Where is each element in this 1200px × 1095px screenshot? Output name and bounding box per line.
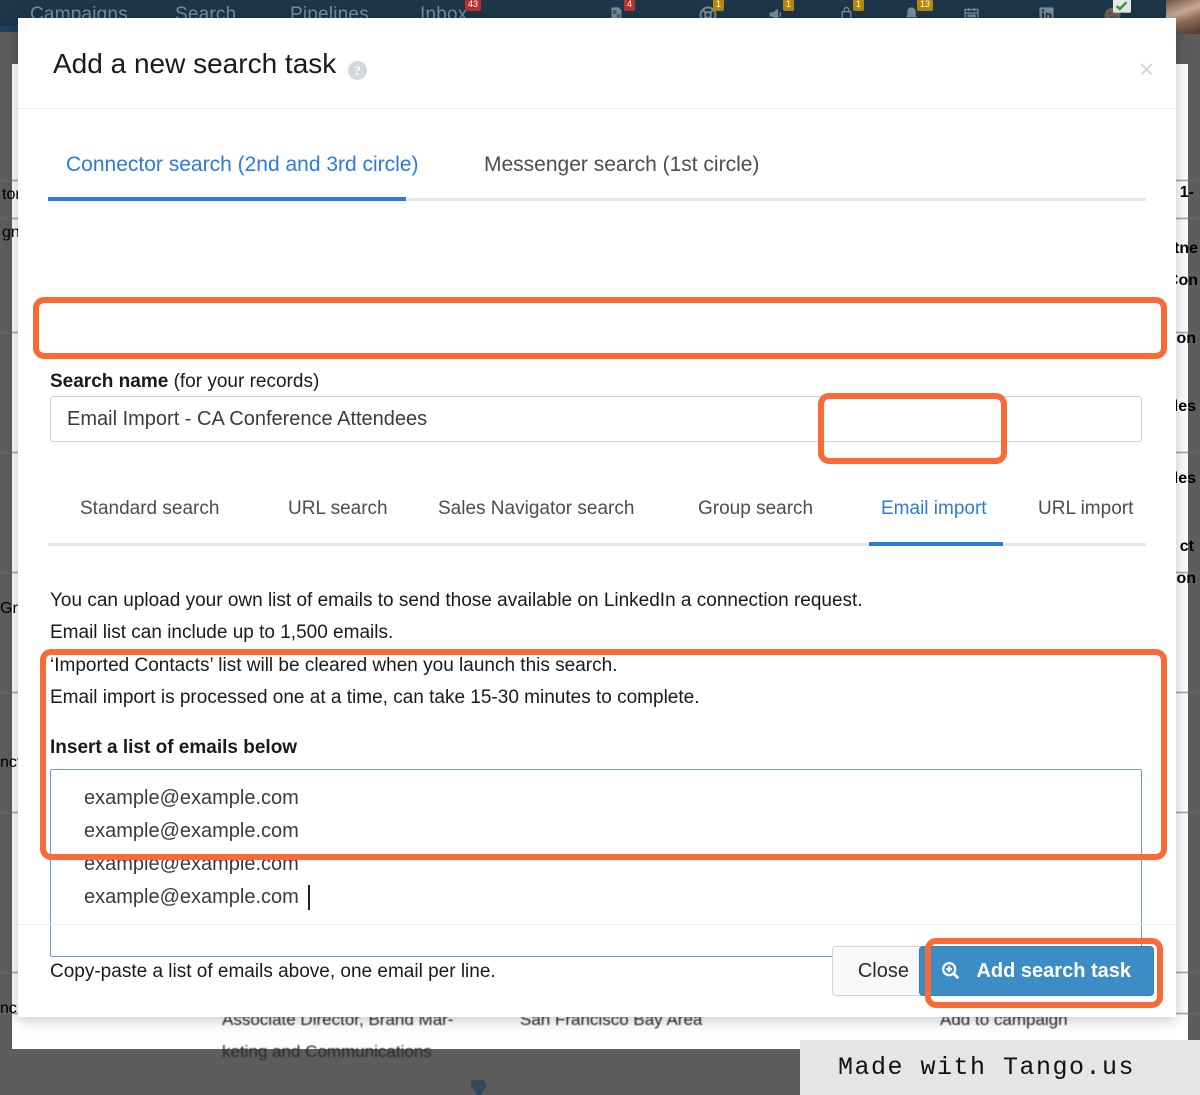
background-text-fragment: 1-	[1179, 184, 1194, 201]
text-cursor	[308, 885, 310, 910]
badge-inbox: 43	[465, 0, 482, 11]
search-type-tabs: Standard search URL search Sales Navigat…	[48, 491, 1146, 551]
email-list-label: Insert a list of emails below	[50, 737, 298, 758]
background-text-fragment: on	[1176, 570, 1196, 587]
tango-watermark-label: Made with Tango.us	[838, 1053, 1136, 1082]
tab-sales-navigator-search[interactable]: Sales Navigator search	[438, 498, 634, 520]
sub-tab-active-indicator	[869, 542, 1003, 546]
close-icon[interactable]: ×	[1139, 56, 1154, 82]
background-text-fragment: les	[1173, 470, 1196, 487]
modal-header: Add a new search task ? ×	[18, 18, 1176, 109]
modal-footer: Close Add search task	[18, 924, 1176, 1017]
tag-icon	[471, 1080, 487, 1095]
tab-url-import[interactable]: URL import	[1038, 498, 1133, 520]
tab-connector-search[interactable]: Connector search (2nd and 3rd circle)	[66, 153, 419, 191]
tango-watermark: Made with Tango.us	[800, 1040, 1200, 1095]
badge-bag: 1	[853, 0, 865, 11]
search-name-label-rest: (for your records)	[168, 371, 320, 392]
add-search-task-label: Add search task	[976, 959, 1131, 982]
main-tab-active-indicator	[48, 197, 406, 201]
background-text-fragment: on	[1176, 330, 1196, 347]
description-line-1: You can upload your own list of emails t…	[50, 590, 863, 611]
badge-bell: 13	[917, 0, 934, 11]
modal-body: Connector search (2nd and 3rd circle) Me…	[18, 109, 1176, 982]
tab-standard-search[interactable]: Standard search	[80, 498, 219, 520]
tab-url-search[interactable]: URL search	[288, 498, 388, 520]
help-circle-icon[interactable]: ?	[348, 61, 367, 80]
badge-megaphone: 1	[783, 0, 795, 11]
add-search-task-button[interactable]: Add search task	[919, 946, 1154, 996]
background-row-title-cont: keting and Communications	[222, 1042, 432, 1061]
tab-group-search[interactable]: Group search	[698, 498, 813, 520]
search-name-input[interactable]	[50, 396, 1142, 442]
add-search-task-modal: Add a new search task ? × Connector sear…	[18, 18, 1176, 1017]
background-text-fragment: les	[1173, 398, 1196, 415]
check-badge-icon	[1113, 0, 1131, 13]
badge-lifebuoy: 1	[713, 0, 725, 11]
background-text-fragment: ct	[1179, 538, 1194, 555]
search-name-label-bold: Search name	[50, 371, 169, 392]
page-title: Add a new search task	[53, 48, 337, 79]
badge-invoice: 4	[624, 0, 636, 11]
description-line-2: Email list can include up to 1,500 email…	[50, 622, 394, 643]
main-tabs: Connector search (2nd and 3rd circle) Me…	[48, 153, 1146, 209]
zoom-in-magnifier-icon	[942, 962, 960, 980]
search-name-label: Search name (for your records)	[50, 371, 319, 393]
description-line-3: ‘Imported Contacts’ list will be cleared…	[50, 655, 618, 676]
tab-email-import[interactable]: Email import	[881, 498, 987, 520]
background-text-fragment: tne	[1174, 240, 1198, 257]
description-line-4: Email import is processed one at a time,…	[50, 687, 700, 708]
tab-messenger-search[interactable]: Messenger search (1st circle)	[484, 153, 759, 191]
screen: tor gn Grou nctio nc. 1- tne Con on les …	[0, 0, 1200, 1095]
